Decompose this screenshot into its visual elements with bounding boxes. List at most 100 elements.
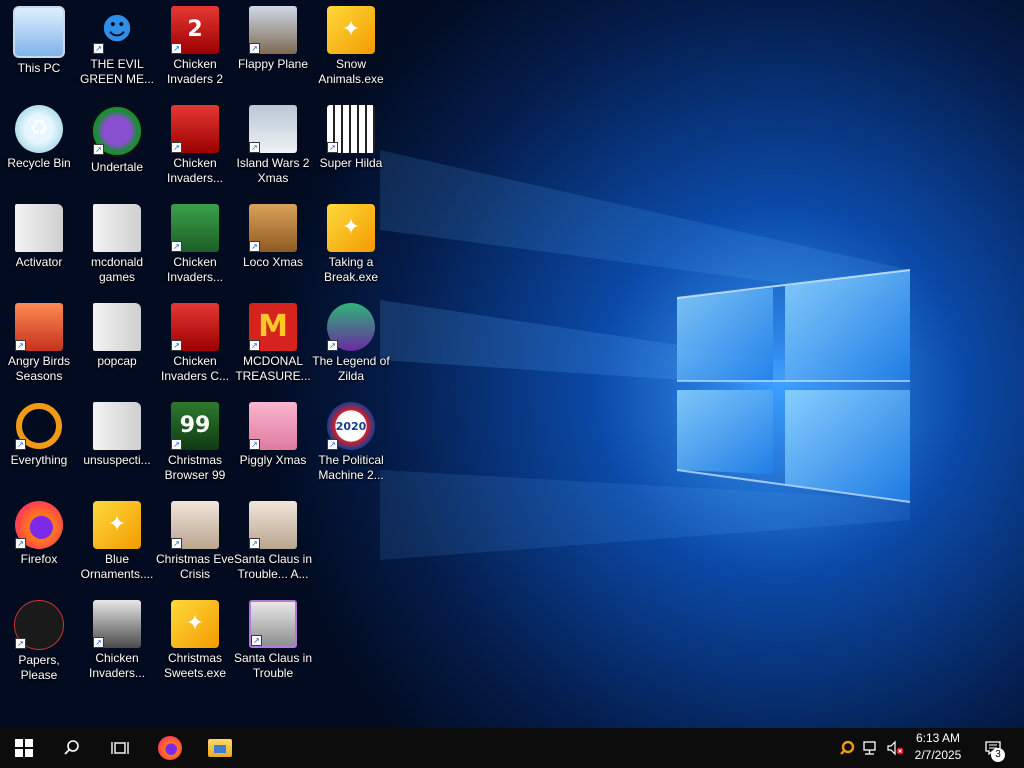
desktop-icon[interactable]: ✦ Taking a Break.exe [312,200,390,296]
desktop-icon-label: Flappy Plane [237,57,309,71]
desktop-icon[interactable]: ↗ Island Wars 2 Xmas [234,101,312,197]
desktop-icon-label: Loco Xmas [242,255,304,269]
desktop-icon[interactable]: ↗ Loco Xmas [234,200,312,296]
action-center-button[interactable] [978,728,1008,768]
desktop-icon[interactable]: ↗ Chicken Invaders C... [156,299,234,395]
shortcut-arrow-icon: ↗ [251,635,262,646]
volume-muted-icon [887,740,904,756]
desktop-icon[interactable]: 2 ↗ Chicken Invaders 2 [156,2,234,98]
desktop-icon[interactable]: mcdonald games [78,200,156,296]
taskbar: 6:13 AM 2/7/2025 [0,728,1024,768]
desktop-icon-label: This PC [17,61,61,75]
desktop-icon[interactable]: ↗ Santa Claus in Trouble... A... [234,497,312,593]
desktop-icon[interactable]: Activator [0,200,78,296]
shortcut-arrow-icon: ↗ [327,340,338,351]
island-wars-icon: ↗ [249,105,297,153]
desktop-icon-label: Chicken Invaders... [166,255,224,284]
shortcut-arrow-icon: ↗ [249,538,260,549]
desktop-icon[interactable]: M ↗ MCDONAL TREASURE... [234,299,312,395]
notification-count-badge: 3 [991,748,1005,762]
desktop-icon-label: Chicken Invaders C... [160,354,230,383]
search-button[interactable] [48,728,96,768]
start-button[interactable] [0,728,48,768]
shortcut-arrow-icon: ↗ [249,439,260,450]
search-icon [64,740,79,755]
desktop-icon[interactable]: ✦ Blue Ornaments.... [78,497,156,593]
desktop-icon[interactable]: ↗ Super Hilda [312,101,390,197]
santa-icon: ↗ [249,600,297,648]
icon-glyph: ✦ [107,512,127,537]
shortcut-arrow-icon: ↗ [15,538,26,549]
desktop-icon[interactable]: ✦ Christmas Sweets.exe [156,596,234,692]
chicken-invaders-icon: ↗ [171,204,219,252]
teddy-bear-icon: ↗ [249,204,297,252]
chicken-invaders-icon: ↗ [171,303,219,351]
santa-icon: ↗ [171,501,219,549]
desktop-icon[interactable]: ↗ Undertale [78,101,156,197]
task-view-button[interactable] [96,728,144,768]
package-icon: ✦ [93,501,141,549]
desktop-icon[interactable]: popcap [78,299,156,395]
desktop-icon[interactable]: ↗ Christmas Eve Crisis [156,497,234,593]
shortcut-arrow-icon: ↗ [15,439,26,450]
super-hilda-icon: ↗ [327,105,375,153]
desktop-icon[interactable]: 99 ↗ Christmas Browser 99 [156,398,234,494]
shortcut-arrow-icon: ↗ [93,144,104,155]
desktop-icon-label: The Legend of Zilda [312,354,390,383]
undertale-icon: ↗ [91,105,143,157]
desktop-icon[interactable]: This PC [0,2,78,98]
chicken-invaders-icon: ↗ [93,600,141,648]
shortcut-arrow-icon: ↗ [171,142,182,153]
desktop-icon[interactable]: ↗ Everything [0,398,78,494]
desktop-icon-label: popcap [97,354,137,368]
pig-icon: ↗ [249,402,297,450]
network-tray-button[interactable] [860,728,882,768]
firefox-taskbar-button[interactable] [146,728,194,768]
package-icon: ✦ [327,6,375,54]
desktop-icon-label: Christmas Eve Crisis [155,552,235,581]
desktop-icon-label: Piggly Xmas [239,453,307,467]
network-icon [863,741,876,755]
desktop-icon-label: Chicken Invaders... [88,651,146,680]
papers-please-icon: ↗ [14,600,64,650]
icon-glyph: ✦ [341,17,361,42]
desktop-icon[interactable]: ↗ Flappy Plane [234,2,312,98]
desktop-icon-label: Snow Animals.exe [318,57,384,86]
desktop-icon[interactable]: ♻ Recycle Bin [0,101,78,197]
shortcut-arrow-icon: ↗ [171,439,182,450]
desktop-icon-label: Santa Claus in Trouble... A... [233,552,313,581]
desktop-icon[interactable]: 2020 ↗ The Political Machine 2... [312,398,390,494]
shortcut-arrow-icon: ↗ [249,142,260,153]
file-explorer-taskbar-button[interactable] [196,728,244,768]
desktop-icon[interactable]: ☻ ↗ THE EVIL GREEN ME... [78,2,156,98]
file-explorer-taskbar-icon [208,739,232,757]
desktop-icon[interactable]: ↗ Piggly Xmas [234,398,312,494]
firefox-icon: ↗ [15,501,63,549]
desktop-icon-label: mcdonald games [90,255,144,284]
show-desktop-button[interactable] [1018,728,1024,768]
clock[interactable]: 6:13 AM 2/7/2025 [906,730,970,766]
desktop-icon[interactable]: unsuspecti... [78,398,156,494]
windows-logo-icon [15,739,33,757]
desktop-icon[interactable]: ↗ Santa Claus in Trouble [234,596,312,692]
firefox-taskbar-icon [158,736,182,760]
desktop-icon[interactable]: ↗ Papers, Please [0,596,78,692]
desktop-icon-label: Angry Birds Seasons [7,354,71,383]
desktop-icon[interactable]: ↗ Chicken Invaders... [78,596,156,692]
icon-glyph: ✦ [341,215,361,240]
icon-glyph: ☻ [101,12,133,47]
everything-tray-button[interactable] [836,728,858,768]
search-ring-icon: ↗ [15,402,63,450]
zilda-icon: ↗ [327,303,375,351]
desktop-icon[interactable]: ✦ Snow Animals.exe [312,2,390,98]
desktop-icon[interactable]: ↗ Firefox [0,497,78,593]
desktop-icon-label: Activator [15,255,63,269]
volume-tray-button[interactable] [884,728,906,768]
desktop-icon[interactable]: ↗ Chicken Invaders... [156,101,234,197]
desktop-icon-label: Island Wars 2 Xmas [236,156,310,185]
desktop-icon[interactable]: ↗ The Legend of Zilda [312,299,390,395]
icon-glyph: 99 [179,413,211,438]
folder-icon [15,204,63,252]
desktop-icon[interactable]: ↗ Chicken Invaders... [156,200,234,296]
desktop-icon[interactable]: ↗ Angry Birds Seasons [0,299,78,395]
